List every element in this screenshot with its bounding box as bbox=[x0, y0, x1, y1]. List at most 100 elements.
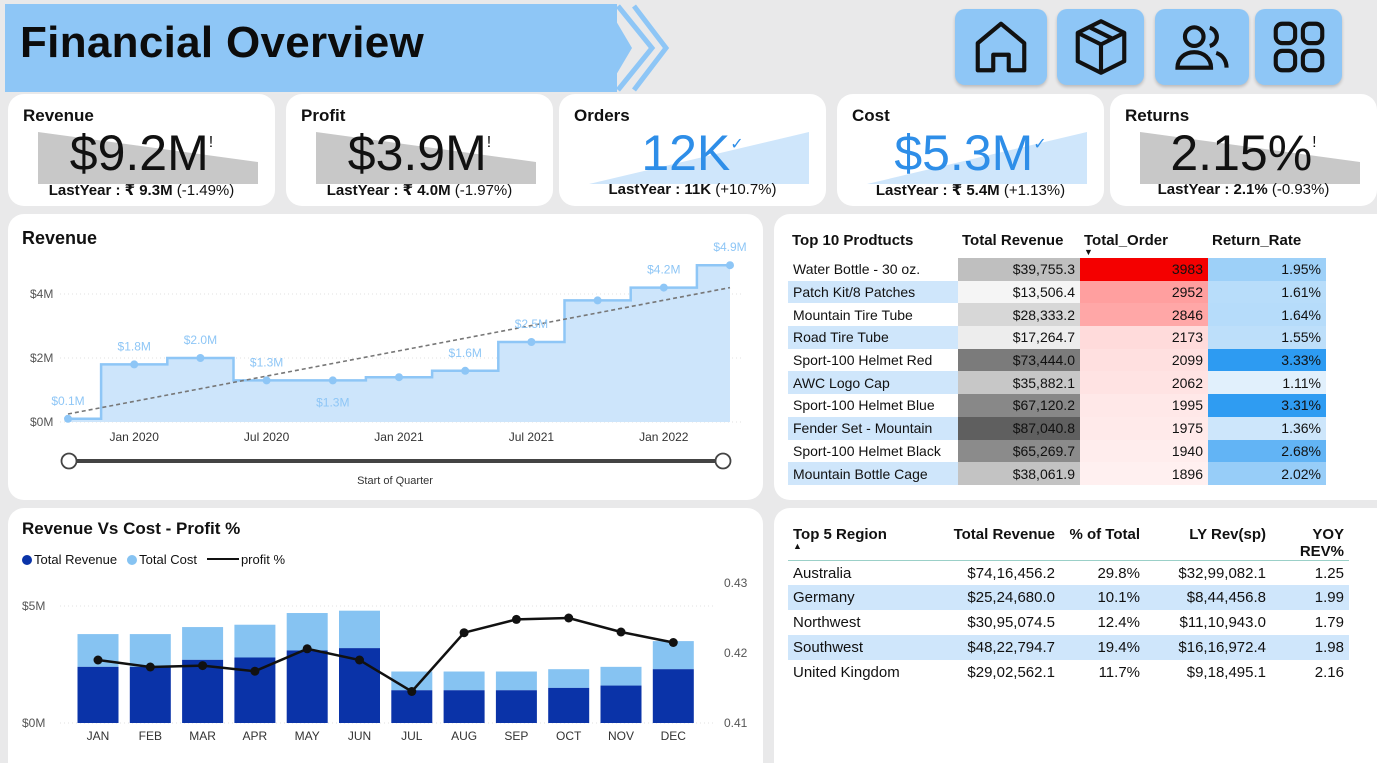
table-row[interactable]: Fender Set - Mountain $87,040.8 1975 1.36% bbox=[788, 416, 1326, 440]
table-row[interactable]: Mountain Bottle Cage $38,061.9 1896 2.02% bbox=[788, 462, 1326, 485]
table-row[interactable]: Water Bottle - 30 oz. $39,755.3 3983 1.95% bbox=[788, 258, 1326, 281]
box-icon bbox=[1075, 19, 1126, 75]
y-tick-label: $2M bbox=[30, 351, 53, 365]
table-row[interactable]: Australia $74,16,456.2 29.8% $32,99,082.1 1.… bbox=[788, 560, 1349, 586]
data-point bbox=[726, 261, 734, 270]
table-row[interactable]: Road Tire Tube $17,264.7 2173 1.55% bbox=[788, 326, 1326, 349]
table-cell: 1940 bbox=[1080, 439, 1208, 463]
kpi-card-returns[interactable]: Returns 2.15%! LastYear : 2.1% (-0.93%) bbox=[1110, 94, 1377, 206]
table-row[interactable]: Patch Kit/8 Patches $13,506.4 2952 1.61% bbox=[788, 280, 1326, 304]
data-point bbox=[130, 360, 139, 369]
table-cell: 1.11% bbox=[1208, 371, 1326, 395]
table-cell: $73,444.0 bbox=[958, 348, 1080, 372]
bar-total-revenue bbox=[548, 687, 590, 723]
kpi-value: $3.9M! bbox=[347, 125, 492, 181]
kpi-card-revenue[interactable]: Revenue $9.2M! LastYear : ₹ 9.3M (-1.49%… bbox=[8, 94, 275, 206]
kpi-label: Profit bbox=[301, 106, 346, 125]
table-cell: 11.7% bbox=[1098, 663, 1140, 681]
profit-point bbox=[93, 655, 103, 665]
table-cell: Australia bbox=[793, 564, 852, 582]
column-header[interactable]: Return_Rate bbox=[1208, 228, 1326, 258]
column-header[interactable]: Top 5 Region ▲ bbox=[788, 522, 928, 561]
bar-total-revenue bbox=[129, 666, 171, 723]
kpi-card-cost[interactable]: Cost $5.3M✓ LastYear : ₹ 5.4M (+1.13%) bbox=[837, 94, 1104, 206]
data-label: $1.8M bbox=[118, 339, 151, 353]
revenue-area-chart[interactable]: $0M $2M $4M $0.1M $1.8M $2.0M $1.3M $1.3M $1.6M $… bbox=[8, 214, 763, 500]
bar-total-revenue bbox=[286, 650, 328, 723]
table-cell: 1.36% bbox=[1208, 416, 1326, 440]
column-header[interactable]: Total Revenue bbox=[958, 228, 1080, 258]
y-tick-label: $5M bbox=[22, 599, 45, 613]
data-point bbox=[461, 366, 470, 375]
bar-total-cost bbox=[182, 627, 224, 660]
bar-total-revenue bbox=[495, 690, 537, 723]
table-cell: $16,16,972.4 bbox=[1178, 638, 1266, 656]
table-cell: 2952 bbox=[1080, 280, 1208, 304]
grid-icon bbox=[1273, 21, 1324, 73]
column-header[interactable]: % of Total bbox=[1060, 522, 1145, 561]
nav-customers-button[interactable] bbox=[1155, 9, 1249, 85]
table-cell: $17,264.7 bbox=[958, 326, 1080, 349]
table-cell: 1.95% bbox=[1208, 258, 1326, 281]
data-label: $2.5M bbox=[515, 317, 548, 331]
column-header[interactable]: Top 10 Prodtucts bbox=[788, 228, 958, 258]
table-row[interactable]: Sport-100 Helmet Blue $67,120.2 1995 3.31% bbox=[788, 394, 1326, 417]
bar-total-cost bbox=[443, 671, 485, 691]
alert-icon: ! bbox=[1312, 134, 1317, 151]
table-cell: $65,269.7 bbox=[958, 439, 1080, 463]
table-row[interactable]: Germany $25,24,680.0 10.1% $8,44,456.8 1.99 bbox=[788, 585, 1349, 611]
nav-home-button[interactable] bbox=[955, 9, 1047, 85]
table-cell: 3.31% bbox=[1208, 394, 1326, 417]
table-row[interactable]: AWC Logo Cap $35,882.1 2062 1.11% bbox=[788, 371, 1326, 395]
profit-point bbox=[459, 628, 469, 638]
x-tick-label: JUL bbox=[401, 729, 423, 743]
table-row[interactable]: Mountain Tire Tube $28,333.2 2846 1.64% bbox=[788, 303, 1326, 327]
y-tick-label: $0M bbox=[30, 415, 53, 429]
bar-total-revenue bbox=[652, 669, 694, 723]
x-tick-label: OCT bbox=[556, 729, 582, 743]
table-row[interactable]: Southwest $48,22,794.7 19.4% $16,16,972.4 1.… bbox=[788, 634, 1349, 660]
column-header[interactable]: YOY REV% bbox=[1271, 522, 1349, 561]
kpi-card-profit[interactable]: Profit $3.9M! LastYear : ₹ 4.0M (-1.97%) bbox=[286, 94, 553, 206]
profit-point bbox=[250, 666, 260, 676]
table-cell: $48,22,794.7 bbox=[967, 638, 1055, 656]
column-header[interactable]: LY Rev(sp) bbox=[1145, 522, 1271, 561]
nav-dashboard-button[interactable] bbox=[1255, 9, 1342, 85]
x-tick-label: NOV bbox=[608, 729, 634, 743]
users-icon bbox=[1175, 25, 1229, 70]
revenue-cost-combo-chart[interactable]: $0M $5M 0.41 0.42 0.43 JAN FEB MAR APR MAY JUN JUL A… bbox=[8, 508, 763, 763]
check-icon: ✓ bbox=[1033, 136, 1047, 153]
x-tick-label: Jan 2020 bbox=[110, 430, 160, 444]
table-cell: 1995 bbox=[1080, 394, 1208, 417]
y2-tick-label: 0.41 bbox=[724, 716, 748, 730]
table-cell: 10.1% bbox=[1097, 589, 1140, 607]
x-tick-label: APR bbox=[243, 729, 268, 743]
x-tick-label: JUN bbox=[348, 729, 371, 743]
kpi-label: Returns bbox=[1125, 106, 1190, 125]
profit-point bbox=[564, 613, 574, 623]
column-header[interactable]: Total Revenue bbox=[928, 522, 1060, 561]
table-cell: Southwest bbox=[793, 638, 864, 656]
table-row[interactable]: United Kingdom $29,02,562.1 11.7% $9,18,495… bbox=[788, 659, 1349, 685]
bar-total-revenue bbox=[600, 685, 642, 723]
table-row[interactable]: Sport-100 Helmet Black $65,269.7 1940 2.68% bbox=[788, 439, 1326, 463]
column-header[interactable]: Total_Order ▼ bbox=[1080, 228, 1208, 258]
table-cell: 3.33% bbox=[1208, 348, 1326, 372]
table-cell: 1.99 bbox=[1314, 589, 1344, 607]
revenue-chart-card: Revenue $0M $2M $4M $0.1M $1.8M $2.0M $1.3M $1.… bbox=[8, 214, 763, 500]
table-row[interactable]: Sport-100 Helmet Red $73,444.0 2099 3.33% bbox=[788, 348, 1326, 372]
kpi-last-year: LastYear : ₹ 5.4M (+1.13%) bbox=[875, 182, 1066, 199]
date-slider-handle-end bbox=[714, 452, 732, 470]
x-tick-label: MAR bbox=[189, 729, 216, 743]
table-row[interactable]: Northwest $30,95,074.5 12.4% $11,10,943.0 1.… bbox=[788, 610, 1349, 635]
bar-total-cost bbox=[339, 610, 380, 649]
x-tick-label: FEB bbox=[139, 729, 162, 743]
table-cell: 12.4% bbox=[1097, 613, 1140, 631]
nav-products-button[interactable] bbox=[1057, 9, 1144, 85]
table-cell: $13,506.4 bbox=[958, 280, 1080, 304]
kpi-card-orders[interactable]: Orders 12K✓ LastYear : 11K (+10.7%) bbox=[559, 94, 826, 206]
profit-point bbox=[145, 662, 155, 672]
y-tick-label: $4M bbox=[30, 287, 53, 301]
kpi-value: $9.2M! bbox=[69, 125, 214, 181]
top-products-card: Top 10 Prodtucts Total Revenue Total_Order… bbox=[774, 214, 1377, 500]
